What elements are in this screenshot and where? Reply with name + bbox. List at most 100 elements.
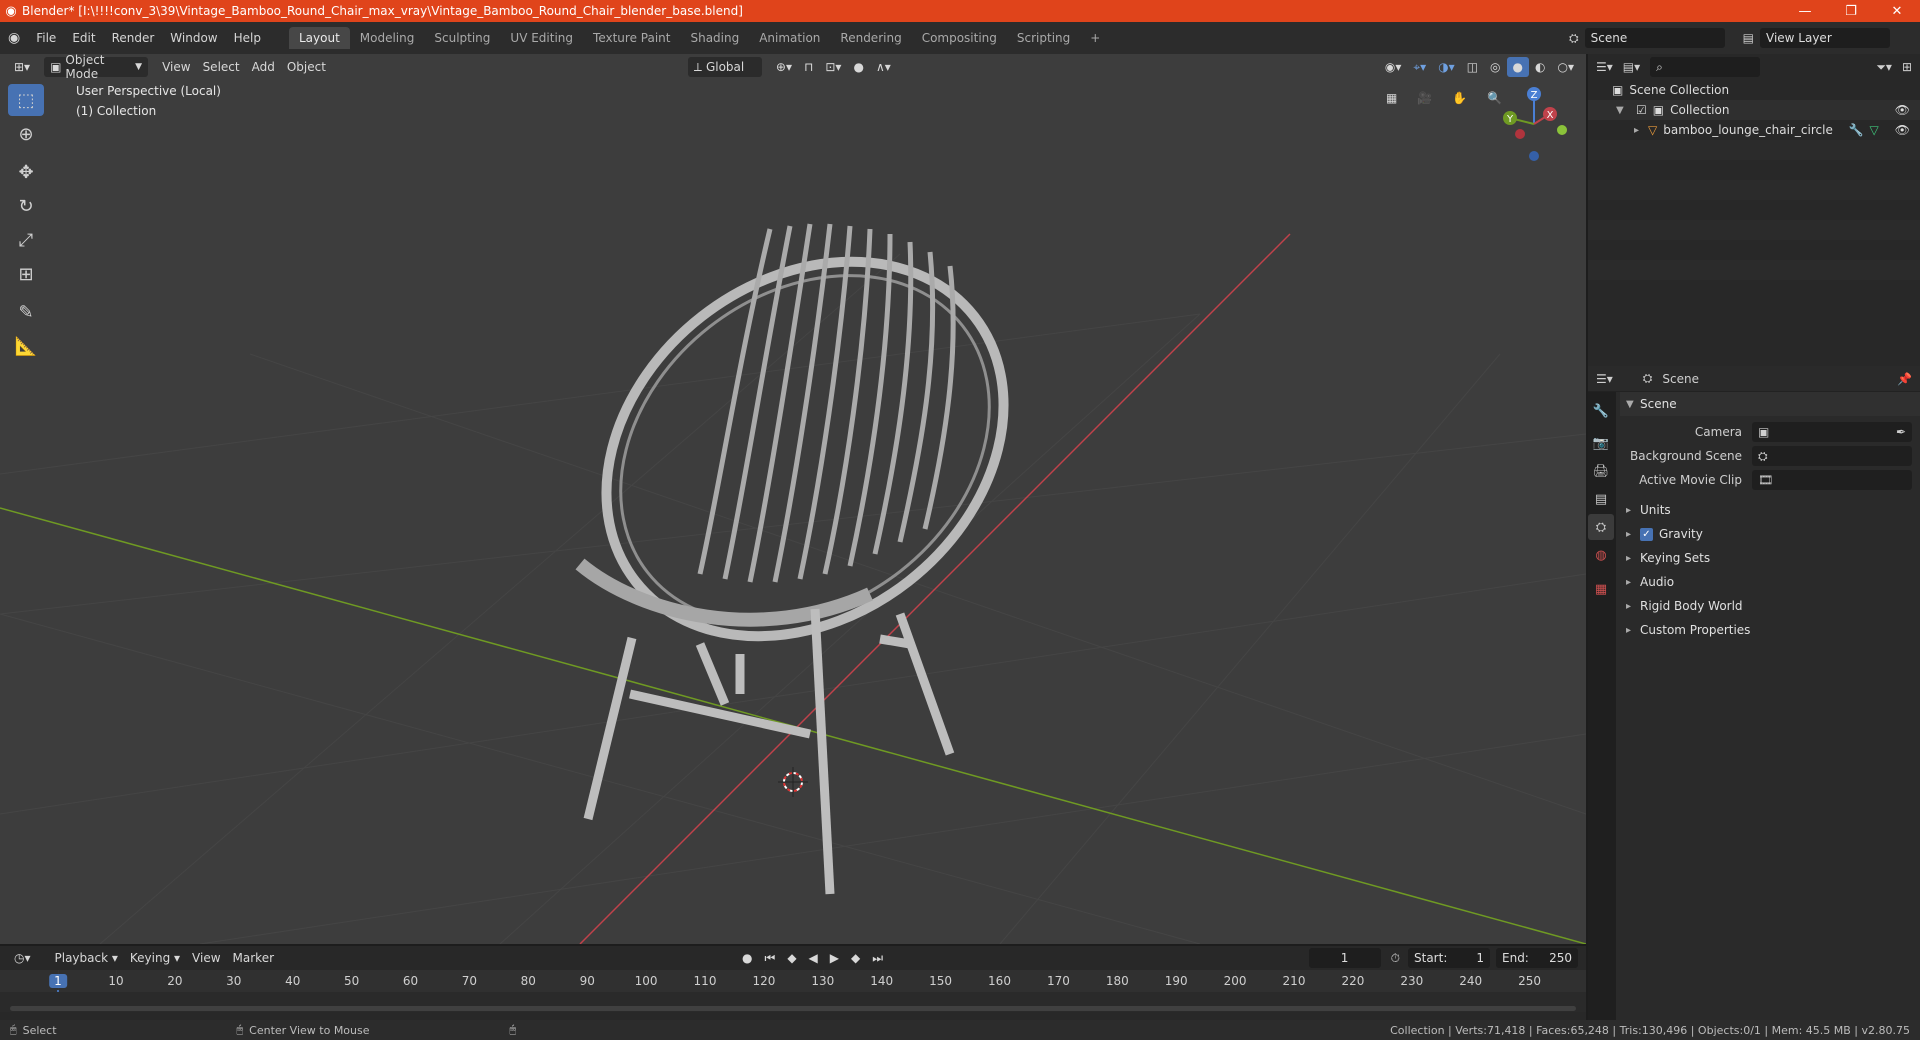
menu-render[interactable]: Render bbox=[104, 31, 163, 45]
units-panel[interactable]: ▸ Units bbox=[1620, 498, 1920, 522]
falloff-icon[interactable]: ∧▾ bbox=[870, 57, 897, 77]
minimize-button[interactable]: — bbox=[1782, 4, 1828, 19]
xray-toggle-icon[interactable]: ◫ bbox=[1461, 57, 1484, 77]
select-box-icon[interactable]: ⬚ bbox=[8, 84, 44, 116]
display-mode-icon[interactable]: ▤▾ bbox=[1623, 60, 1640, 74]
tab-compositing[interactable]: Compositing bbox=[912, 27, 1007, 49]
tab-shading[interactable]: Shading bbox=[680, 27, 749, 49]
material-shading-icon[interactable]: ◐ bbox=[1529, 57, 1551, 77]
pan-hand-icon[interactable]: ✋ bbox=[1446, 88, 1473, 108]
start-frame-field[interactable]: Start: 1 bbox=[1408, 948, 1490, 968]
menu-window[interactable]: Window bbox=[162, 31, 225, 45]
pin-icon[interactable]: 📌 bbox=[1897, 372, 1912, 386]
visibility-icon[interactable]: ◉▾ bbox=[1379, 57, 1408, 77]
world-tab-icon[interactable]: ◍ bbox=[1588, 542, 1614, 568]
scene-panel-header[interactable]: ▼ Scene bbox=[1620, 392, 1920, 416]
eye-icon[interactable]: 👁 bbox=[1895, 123, 1910, 137]
view-layer-selector[interactable]: View Layer bbox=[1760, 28, 1890, 48]
modifier-icon[interactable]: 🔧 bbox=[1849, 123, 1864, 137]
gravity-checkbox[interactable]: ✓ bbox=[1640, 527, 1653, 541]
editor-type-icon[interactable]: ⊞▾ bbox=[8, 57, 36, 77]
rotate-tool-icon[interactable]: ↻ bbox=[8, 190, 44, 222]
chair-model[interactable] bbox=[532, 184, 1078, 895]
tab-sculpting[interactable]: Sculpting bbox=[424, 27, 500, 49]
tab-animation[interactable]: Animation bbox=[749, 27, 830, 49]
expand-arrow-icon[interactable]: ▸ bbox=[1634, 125, 1648, 136]
next-keyframe-icon[interactable]: ◆ bbox=[845, 948, 866, 968]
properties-editor-icon[interactable]: ☰▾ bbox=[1596, 372, 1613, 386]
timeline-scrollbar[interactable] bbox=[10, 1006, 1576, 1011]
gizmo-toggle-icon[interactable]: ⌖▾ bbox=[1407, 57, 1432, 77]
eye-icon[interactable]: 👁 bbox=[1895, 103, 1910, 117]
outliner-row-scene-collection[interactable]: ▣ Scene Collection bbox=[1588, 80, 1920, 100]
scene-tab-icon[interactable]: ⛭ bbox=[1588, 514, 1614, 540]
menu-edit[interactable]: Edit bbox=[64, 31, 103, 45]
scale-tool-icon[interactable]: ⤢ bbox=[8, 224, 44, 256]
tab-rendering[interactable]: Rendering bbox=[830, 27, 911, 49]
move-tool-icon[interactable]: ✥ bbox=[8, 156, 44, 188]
render-tab-icon[interactable]: 📷 bbox=[1588, 430, 1614, 456]
wireframe-shading-icon[interactable]: ◎ bbox=[1484, 57, 1506, 77]
grid-view-icon[interactable]: ▦ bbox=[1380, 88, 1403, 108]
add-workspace-button[interactable]: + bbox=[1080, 27, 1110, 49]
solid-shading-icon[interactable]: ● bbox=[1506, 57, 1530, 77]
blender-menu-icon[interactable]: ◉ bbox=[0, 30, 28, 46]
custom-properties-panel[interactable]: ▸ Custom Properties bbox=[1620, 618, 1920, 642]
tab-modeling[interactable]: Modeling bbox=[350, 27, 425, 49]
current-frame-marker[interactable]: 1 bbox=[49, 974, 67, 988]
menu-view[interactable]: View bbox=[156, 57, 196, 77]
prev-keyframe-icon[interactable]: ◆ bbox=[781, 948, 802, 968]
jump-start-icon[interactable]: ⏮ bbox=[759, 948, 782, 968]
mode-selector[interactable]: ▣ Object Mode ▼ bbox=[44, 53, 149, 81]
transform-tool-icon[interactable]: ⊞ bbox=[8, 258, 44, 290]
snap-icon[interactable]: ⊓ bbox=[798, 57, 819, 77]
measure-tool-icon[interactable]: 📐 bbox=[8, 330, 44, 362]
timeline-ruler[interactable]: 1 10 20 30 40 50 60 70 80 90 100 110 120 130 140 150 160… bbox=[0, 970, 1586, 1012]
scene-selector[interactable]: Scene bbox=[1584, 28, 1725, 48]
gravity-panel[interactable]: ▸ ✓ Gravity bbox=[1620, 522, 1920, 546]
tab-uv-editing[interactable]: UV Editing bbox=[500, 27, 583, 49]
rigid-body-world-panel[interactable]: ▸ Rigid Body World bbox=[1620, 594, 1920, 618]
timeline-view-menu[interactable]: View bbox=[186, 948, 226, 968]
outliner-row-object[interactable]: ▸ ▽ bamboo_lounge_chair_circle 🔧 ▽ 👁 bbox=[1588, 120, 1920, 140]
navigation-gizmo[interactable]: Z Y X bbox=[1494, 84, 1584, 164]
rendered-shading-icon[interactable]: ○▾ bbox=[1552, 57, 1581, 77]
expand-arrow-icon[interactable]: ▼ bbox=[1616, 105, 1630, 116]
preview-range-icon[interactable]: ⏱ bbox=[1391, 951, 1400, 966]
snap-target-icon[interactable]: ⊡▾ bbox=[819, 57, 847, 77]
menu-file[interactable]: File bbox=[28, 31, 64, 45]
end-frame-field[interactable]: End: 250 bbox=[1496, 948, 1578, 968]
view-layer-tab-icon[interactable]: ▤ bbox=[1588, 486, 1614, 512]
timeline-editor-icon[interactable]: ◷▾ bbox=[8, 948, 37, 968]
proportional-edit-icon[interactable]: ● bbox=[847, 57, 869, 77]
new-collection-icon[interactable]: ⊞ bbox=[1902, 60, 1912, 74]
annotate-tool-icon[interactable]: ✎ bbox=[8, 296, 44, 328]
play-icon[interactable]: ▶ bbox=[824, 948, 845, 968]
record-icon[interactable]: ● bbox=[736, 948, 758, 968]
3d-viewport[interactable] bbox=[0, 54, 1586, 944]
outliner-search-input[interactable]: ⌕ bbox=[1650, 57, 1761, 77]
timeline-track[interactable] bbox=[0, 992, 1586, 1012]
checkbox-icon[interactable]: ☑ bbox=[1636, 103, 1647, 117]
outliner-editor-icon[interactable]: ☰▾ bbox=[1596, 60, 1613, 74]
mesh-data-icon[interactable]: ▽ bbox=[1870, 123, 1879, 137]
keying-sets-panel[interactable]: ▸ Keying Sets bbox=[1620, 546, 1920, 570]
filter-icon[interactable]: ⏷▾ bbox=[1876, 60, 1892, 75]
orientation-selector[interactable]: ⟂ Global bbox=[687, 57, 762, 77]
output-tab-icon[interactable]: 🖨 bbox=[1588, 458, 1614, 484]
camera-view-icon[interactable]: 🎥 bbox=[1411, 88, 1438, 108]
close-button[interactable]: ✕ bbox=[1874, 4, 1920, 19]
audio-panel[interactable]: ▸ Audio bbox=[1620, 570, 1920, 594]
tab-scripting[interactable]: Scripting bbox=[1007, 27, 1080, 49]
tool-tab-icon[interactable]: 🔧 bbox=[1588, 398, 1614, 424]
maximize-button[interactable]: ❐ bbox=[1828, 4, 1874, 19]
background-scene-field[interactable]: ⛭ bbox=[1752, 446, 1912, 466]
menu-select[interactable]: Select bbox=[197, 57, 246, 77]
menu-help[interactable]: Help bbox=[226, 31, 269, 45]
jump-end-icon[interactable]: ⏭ bbox=[866, 948, 889, 968]
pivot-icon[interactable]: ⊕▾ bbox=[770, 57, 798, 77]
camera-field[interactable]: ▣ ✒ bbox=[1752, 422, 1912, 442]
active-movie-clip-field[interactable]: 🎞 bbox=[1752, 470, 1912, 490]
play-reverse-icon[interactable]: ◀ bbox=[803, 948, 824, 968]
eyedropper-icon[interactable]: ✒ bbox=[1896, 425, 1906, 439]
